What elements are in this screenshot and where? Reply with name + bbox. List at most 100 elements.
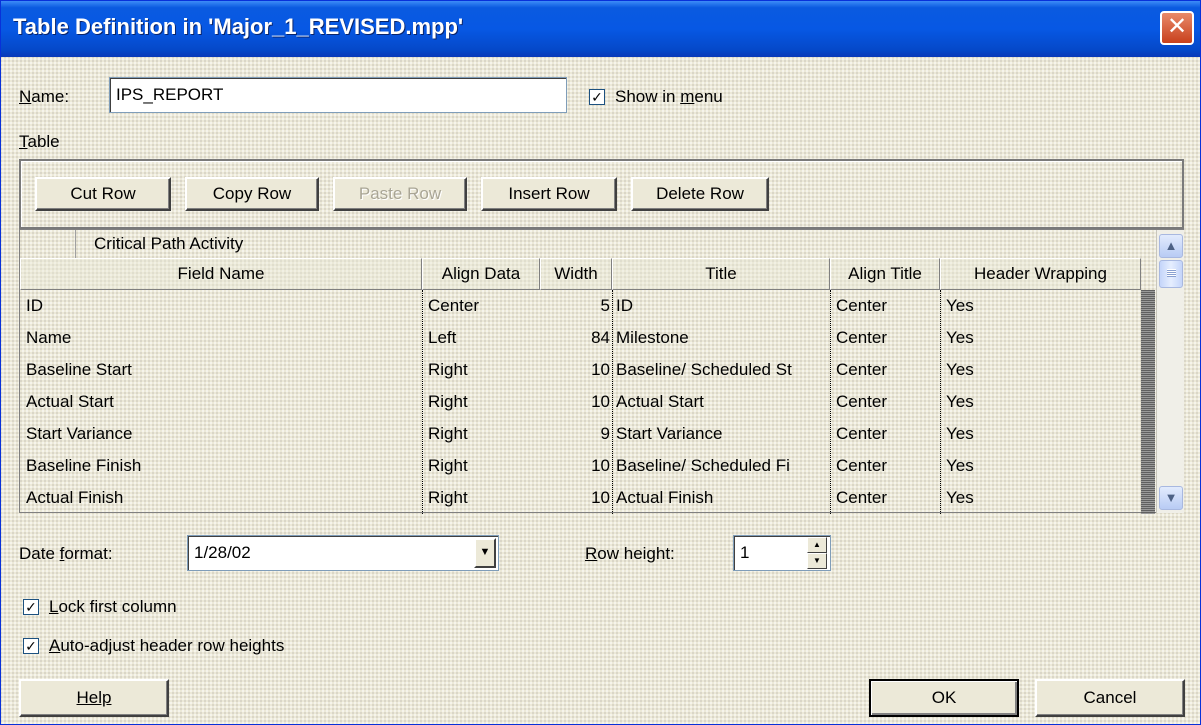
column-header[interactable]: Field Name — [20, 258, 422, 290]
cell-align-title[interactable]: Center — [830, 418, 940, 450]
help-label: Help — [76, 688, 112, 707]
ok-label: OK — [931, 688, 957, 707]
auto-adjust-checkbox[interactable]: ✓ — [23, 638, 39, 654]
cell-align-title[interactable]: Center — [830, 290, 940, 322]
cell-align-data[interactable]: Right — [422, 450, 540, 482]
row-height-up-button[interactable]: ▲ — [807, 537, 827, 553]
row-height-value: 1 — [740, 543, 750, 562]
cell-align-title[interactable]: Center — [830, 482, 940, 514]
row-height-down-button[interactable]: ▼ — [807, 553, 827, 569]
checkmark-icon: ✓ — [25, 638, 37, 654]
cell-header-wrapping[interactable]: Yes — [940, 482, 1141, 514]
cell-align-data[interactable]: Right — [422, 482, 540, 514]
scroll-down-button[interactable]: ▼ — [1159, 486, 1183, 510]
cell-header-wrapping[interactable]: Yes — [940, 290, 1141, 322]
table-group-label: Table — [19, 132, 60, 151]
row-height-label: Row height: — [585, 544, 675, 563]
cell-title[interactable]: Baseline/ Scheduled St — [612, 354, 830, 386]
show-in-menu-label: Show in menu — [615, 87, 723, 106]
auto-adjust-label: Auto-adjust header row heights — [49, 636, 285, 655]
cell-align-title[interactable]: Center — [830, 322, 940, 354]
cell-field-name[interactable]: Name — [20, 322, 422, 354]
scroll-thumb[interactable] — [1159, 260, 1183, 288]
cell-header-wrapping[interactable]: Yes — [940, 450, 1141, 482]
chevron-down-icon: ▼ — [1164, 490, 1178, 505]
lock-first-column-checkbox[interactable]: ✓ — [23, 599, 39, 615]
lock-first-column-label: Lock first column — [49, 597, 177, 616]
column-header[interactable]: Align Title — [830, 258, 940, 290]
column-header[interactable]: Header Wrapping — [940, 258, 1141, 290]
cell-width[interactable]: 10 — [540, 354, 612, 386]
cell-title[interactable]: Actual Finish — [612, 482, 830, 514]
cell-align-data[interactable]: Center — [422, 290, 540, 322]
cell-align-data[interactable]: Right — [422, 418, 540, 450]
delete-row-label: Delete Row — [656, 184, 744, 203]
cell-field-name[interactable]: ID — [20, 290, 422, 322]
cell-field-name[interactable]: Baseline Start — [20, 354, 422, 386]
help-button[interactable]: Help — [19, 679, 169, 717]
cell-title[interactable]: Milestone — [612, 322, 830, 354]
dialog-title: Table Definition in 'Major_1_REVISED.mpp… — [13, 14, 464, 39]
date-format-select[interactable]: 1/28/02 — [187, 535, 499, 571]
cell-width[interactable]: 10 — [540, 450, 612, 482]
paste-row-button[interactable]: Paste Row — [333, 177, 467, 211]
column-header[interactable]: Align Data — [422, 258, 540, 290]
name-label: Name: — [19, 87, 70, 106]
delete-row-button[interactable]: Delete Row — [631, 177, 769, 211]
field-table: Critical Path Activity Field Name Align … — [19, 229, 1184, 514]
cell-align-title[interactable]: Center — [830, 386, 940, 418]
date-format-value: 1/28/02 — [194, 543, 251, 562]
cell-width[interactable]: 10 — [540, 386, 612, 418]
spin-up-icon: ▲ — [813, 540, 821, 549]
cell-align-data[interactable]: Right — [422, 354, 540, 386]
vertical-scrollbar[interactable]: ▲ ▼ — [1156, 230, 1184, 513]
cell-header-wrapping[interactable]: Yes — [940, 386, 1141, 418]
cut-row-label: Cut Row — [70, 184, 136, 203]
date-format-dropdown-button[interactable]: ▼ — [474, 538, 496, 568]
copy-row-label: Copy Row — [212, 184, 292, 203]
date-format-label: Date format: — [19, 544, 113, 563]
close-icon: ✕ — [1166, 13, 1188, 40]
cell-field-name[interactable]: Baseline Finish — [20, 450, 422, 482]
cut-row-button[interactable]: Cut Row — [35, 177, 171, 211]
chevron-up-icon: ▲ — [1164, 238, 1178, 253]
checkmark-icon: ✓ — [591, 89, 603, 105]
cell-title[interactable]: Baseline/ Scheduled Fi — [612, 450, 830, 482]
cell-header-wrapping[interactable]: Yes — [940, 322, 1141, 354]
grid-right-edge — [1141, 290, 1155, 514]
cell-title[interactable]: Start Variance — [612, 418, 830, 450]
edit-row-selector — [20, 230, 76, 258]
cancel-button[interactable]: Cancel — [1035, 679, 1185, 717]
cell-header-wrapping[interactable]: Yes — [940, 354, 1141, 386]
cell-width[interactable]: 9 — [540, 418, 612, 450]
cell-edit-value: Critical Path Activity — [94, 234, 244, 253]
ok-button[interactable]: OK — [869, 679, 1019, 717]
close-button[interactable]: ✕ — [1160, 11, 1194, 45]
cell-field-name[interactable]: Actual Start — [20, 386, 422, 418]
cell-align-data[interactable]: Left — [422, 322, 540, 354]
cell-align-title[interactable]: Center — [830, 354, 940, 386]
cell-field-name[interactable]: Start Variance — [20, 418, 422, 450]
cell-title[interactable]: Actual Start — [612, 386, 830, 418]
column-header[interactable]: Title — [612, 258, 830, 290]
insert-row-button[interactable]: Insert Row — [481, 177, 617, 211]
cell-header-wrapping[interactable]: Yes — [940, 418, 1141, 450]
dropdown-arrow-icon: ▼ — [479, 546, 491, 558]
paste-row-label: Paste Row — [358, 184, 442, 203]
copy-row-button[interactable]: Copy Row — [185, 177, 319, 211]
cell-field-name[interactable]: Actual Finish — [20, 482, 422, 514]
cell-align-title[interactable]: Center — [830, 450, 940, 482]
cell-width[interactable]: 10 — [540, 482, 612, 514]
cell-edit-row[interactable]: Critical Path Activity — [20, 230, 1156, 258]
cell-width[interactable]: 5 — [540, 290, 612, 322]
cell-title[interactable]: ID — [612, 290, 830, 322]
column-header[interactable]: Width — [540, 258, 612, 290]
show-in-menu-checkbox[interactable]: ✓ — [589, 89, 605, 105]
name-input[interactable]: IPS_REPORT — [109, 77, 567, 113]
spin-down-icon: ▼ — [813, 556, 821, 565]
checkmark-icon: ✓ — [25, 599, 37, 615]
cell-width[interactable]: 84 — [540, 322, 612, 354]
cell-align-data[interactable]: Right — [422, 386, 540, 418]
insert-row-label: Insert Row — [508, 184, 590, 203]
scroll-up-button[interactable]: ▲ — [1159, 234, 1183, 258]
